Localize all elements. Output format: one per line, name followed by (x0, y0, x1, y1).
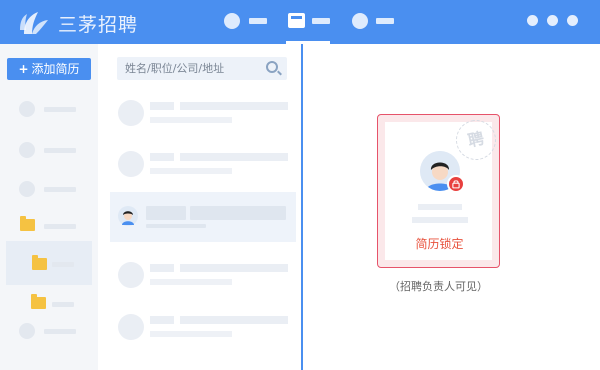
blurred-name (146, 206, 186, 220)
search-icon[interactable] (266, 61, 278, 73)
placeholder-line (150, 102, 174, 110)
avatar (118, 100, 144, 126)
add-resume-button[interactable]: + 添加简历 (7, 58, 91, 80)
placeholder-line (180, 264, 288, 272)
folder-icon (20, 216, 35, 231)
placeholder-line (44, 107, 76, 112)
blurred-info (190, 206, 286, 220)
circle-icon (19, 181, 35, 197)
menu-dot-2[interactable] (547, 15, 558, 26)
column-divider (301, 44, 303, 370)
nav-item-1-icon[interactable] (224, 13, 240, 29)
sidebar-item[interactable] (0, 174, 98, 204)
folder-icon (32, 255, 47, 270)
placeholder-line (44, 224, 76, 229)
nav-item-2-label[interactable] (312, 18, 330, 24)
placeholder-line (150, 331, 232, 337)
placeholder-line (44, 148, 76, 153)
placeholder-line (180, 102, 288, 110)
avatar (118, 151, 144, 177)
placeholder-line (150, 153, 174, 161)
locked-status-label: 简历锁定 (415, 237, 464, 251)
plus-icon: + (18, 62, 29, 76)
top-bar: 三茅招聘 (0, 0, 600, 44)
app-logo-icon (20, 12, 48, 34)
placeholder-line (150, 316, 174, 324)
sidebar-item[interactable] (0, 316, 98, 346)
circle-icon (19, 101, 35, 117)
nav-item-1-label[interactable] (249, 18, 267, 24)
nav-item-3-icon[interactable] (352, 13, 368, 29)
visibility-note: （招聘负责人可见） (389, 280, 488, 293)
list-item[interactable] (98, 139, 302, 189)
inbox-icon[interactable] (288, 13, 305, 28)
placeholder-line (150, 168, 232, 174)
placeholder-line (44, 329, 76, 334)
placeholder-line (52, 302, 74, 307)
placeholder-line (180, 316, 288, 324)
placeholder-line (412, 217, 468, 223)
locked-resume-card: 聘 简历锁定 (377, 114, 500, 268)
brand-name: 三茅招聘 (58, 14, 139, 36)
list-item-selected[interactable] (110, 192, 296, 242)
sidebar-item[interactable] (0, 135, 98, 165)
lock-icon (447, 175, 465, 193)
placeholder-line (150, 279, 232, 285)
folder-sidebar: + 添加简历 (0, 44, 98, 370)
list-item[interactable] (98, 88, 302, 138)
avatar (118, 314, 144, 340)
placeholder-line (52, 262, 74, 267)
add-resume-label: 添加简历 (31, 62, 80, 76)
list-item[interactable] (98, 302, 302, 352)
placeholder-line (150, 117, 232, 123)
sidebar-item[interactable] (0, 94, 98, 124)
menu-dot-3[interactable] (567, 15, 578, 26)
search-input[interactable] (117, 57, 287, 80)
placeholder-line (180, 153, 288, 161)
placeholder-line (44, 187, 76, 192)
list-item[interactable] (98, 250, 302, 300)
sidebar-folder-selected[interactable] (6, 241, 92, 285)
placeholder-line (150, 264, 174, 272)
placeholder-line (418, 204, 462, 210)
sidebar-folder[interactable] (0, 289, 98, 319)
avatar (118, 206, 138, 226)
menu-dot-1[interactable] (527, 15, 538, 26)
folder-icon (31, 294, 46, 309)
circle-icon (19, 142, 35, 158)
sidebar-folder[interactable] (0, 211, 98, 241)
blurred-detail (146, 224, 206, 228)
avatar (118, 262, 144, 288)
nav-item-3-label[interactable] (376, 18, 394, 24)
circle-icon (19, 323, 35, 339)
resume-list (98, 44, 302, 370)
